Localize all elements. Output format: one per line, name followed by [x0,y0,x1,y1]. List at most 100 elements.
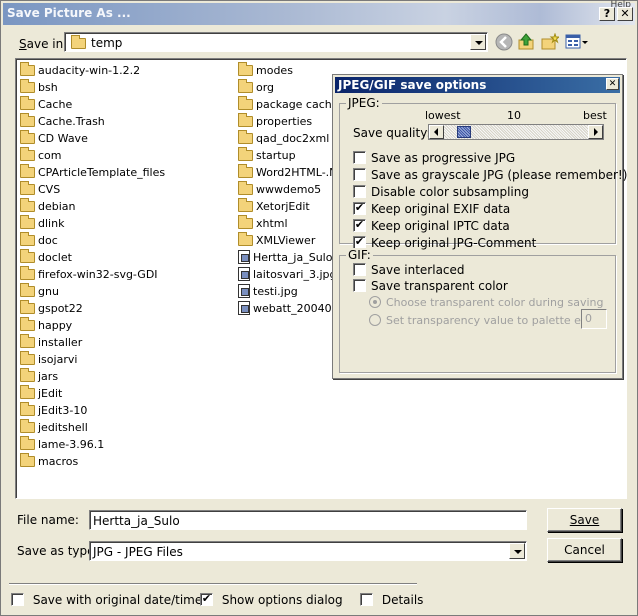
details-checkbox[interactable] [360,593,373,606]
list-item[interactable]: jeditshell [20,418,88,437]
list-item[interactable]: XetorjEdit [238,197,310,216]
list-item[interactable]: Hertta_ja_Sulo.j [238,250,339,267]
list-item[interactable]: jEdit [20,384,62,403]
save-as-type-value: JPG - JPEG Files [93,545,183,559]
options-close-button[interactable]: ✕ [606,78,619,90]
list-item[interactable]: testi.jpg [238,284,298,301]
list-item[interactable]: modes [238,61,293,80]
list-item[interactable]: CVS [20,180,60,199]
list-item-label: doclet [38,250,72,264]
list-item[interactable]: XMLViewer [238,231,315,250]
details-option[interactable]: Details [360,592,423,607]
list-item[interactable]: lame-3.96.1 [20,435,104,454]
slider-left-arrow[interactable] [429,125,444,139]
list-item[interactable]: isojarvi [20,350,77,369]
transparency-radio-label: Choose transparent color during saving [386,295,604,309]
list-item[interactable]: installer [20,333,82,352]
back-icon[interactable] [495,33,513,51]
palette-entry-input: 0 [581,309,607,329]
jpeg-option[interactable]: ✔ Keep original JPG-Comment [353,235,536,250]
file-name-input[interactable]: Hertta_ja_Sulo [89,510,527,530]
gif-option-checkbox[interactable] [353,279,366,292]
jpeg-option[interactable]: ✔ Keep original IPTC data [353,218,510,233]
help-button[interactable]: ? [599,7,615,21]
slider-right-arrow[interactable] [588,125,603,139]
jpeg-group-label: JPEG: [346,96,382,110]
jpeg-option[interactable]: ✔ Keep original EXIF data [353,201,510,216]
list-item[interactable]: jars [20,367,58,386]
slider-thumb[interactable] [457,126,471,138]
save-as-type-dropdown-button[interactable] [509,543,525,559]
jpeg-option[interactable]: Save as grayscale JPG (please remember!) [353,167,627,182]
list-item[interactable]: happy [20,316,72,335]
list-item[interactable]: doc [20,231,58,250]
list-item[interactable]: audacity-win-1.2.2 [20,61,140,80]
list-item[interactable]: org [238,78,274,97]
folder-icon [238,146,253,161]
list-item[interactable]: debian [20,197,76,216]
gif-option-label: Save interlaced [371,262,465,277]
cancel-button[interactable]: Cancel [547,538,622,562]
list-item-label: gspot22 [38,301,83,315]
quality-slider[interactable] [428,124,604,140]
list-item[interactable]: properties [238,112,312,131]
list-item-label: webatt_200402 [253,301,339,315]
bottom-separator [9,583,417,585]
save-as-type-combo[interactable]: JPG - JPEG Files [89,541,527,561]
up-folder-icon[interactable] [517,33,535,51]
folder-icon [20,401,35,416]
list-item[interactable]: laitosvari_3.jpg [238,267,336,284]
list-item[interactable]: wwwdemo5 [238,180,321,199]
jpeg-option-label: Save as progressive JPG [371,150,516,165]
jpeg-option-checkbox[interactable]: ✔ [353,219,366,232]
view-menu-icon[interactable] [565,33,589,51]
list-item[interactable]: macros [20,452,78,471]
gif-option[interactable]: Save transparent color [353,278,508,293]
list-item[interactable]: webatt_200402 [238,301,339,318]
save-button[interactable]: Save [547,508,622,532]
list-item[interactable]: dlink [20,214,64,233]
save-original-date-option[interactable]: Save with original date/time [11,592,202,607]
list-item[interactable]: Cache.Trash [20,112,105,131]
list-item[interactable]: Cache [20,95,72,114]
list-item[interactable]: firefox-win32-svg-GDI [20,265,158,284]
jpeg-option-label: Save as grayscale JPG (please remember!) [371,167,628,182]
options-title-bar: JPEG/GIF save options ✕ [335,77,620,93]
show-options-dialog-option[interactable]: ✔ Show options dialog [200,592,343,607]
list-item[interactable]: gspot22 [20,299,83,318]
arrow-right-icon [594,128,598,136]
jpeg-group: JPEG: lowest 10 best Save quality: Save … [339,96,627,250]
list-item[interactable]: jEdit3-10 [20,401,87,420]
jpeg-option-checkbox[interactable] [353,151,366,164]
list-item[interactable]: CD Wave [20,129,88,148]
folder-icon [238,61,253,76]
list-item[interactable]: xhtml [238,214,288,233]
save-in-dropdown-button[interactable] [470,34,486,50]
gif-option[interactable]: Save interlaced [353,262,465,277]
list-item[interactable]: Word2HTML-.NE [238,163,344,182]
jpeg-option[interactable]: Save as progressive JPG [353,150,515,165]
list-item[interactable]: gnu [20,282,59,301]
save-in-combo[interactable]: temp [64,32,488,52]
list-item-label: qad_doc2xml [256,131,330,145]
list-item[interactable]: package cache [238,95,339,114]
list-item-label: jeditshell [38,420,88,434]
folder-icon [20,435,35,450]
close-button[interactable]: ✕ [617,7,633,21]
gif-option-checkbox[interactable] [353,263,366,276]
list-item[interactable]: bsh [20,78,58,97]
list-item[interactable]: CPArticleTemplate_files [20,163,165,182]
list-item[interactable]: qad_doc2xml [238,129,330,148]
list-item[interactable]: doclet [20,248,72,267]
new-folder-icon[interactable] [541,33,559,51]
save-original-date-checkbox[interactable] [11,593,24,606]
list-item[interactable]: startup [238,146,296,165]
jpeg-option[interactable]: Disable color subsampling [353,184,529,199]
gif-group-label: GIF: [346,248,373,262]
jpeg-option-checkbox[interactable] [353,168,366,181]
show-options-dialog-checkbox[interactable]: ✔ [200,593,213,606]
transparency-radio-option: Choose transparent color during saving [369,295,604,309]
jpeg-option-checkbox[interactable] [353,185,366,198]
list-item[interactable]: com [20,146,62,165]
jpeg-option-checkbox[interactable]: ✔ [353,202,366,215]
